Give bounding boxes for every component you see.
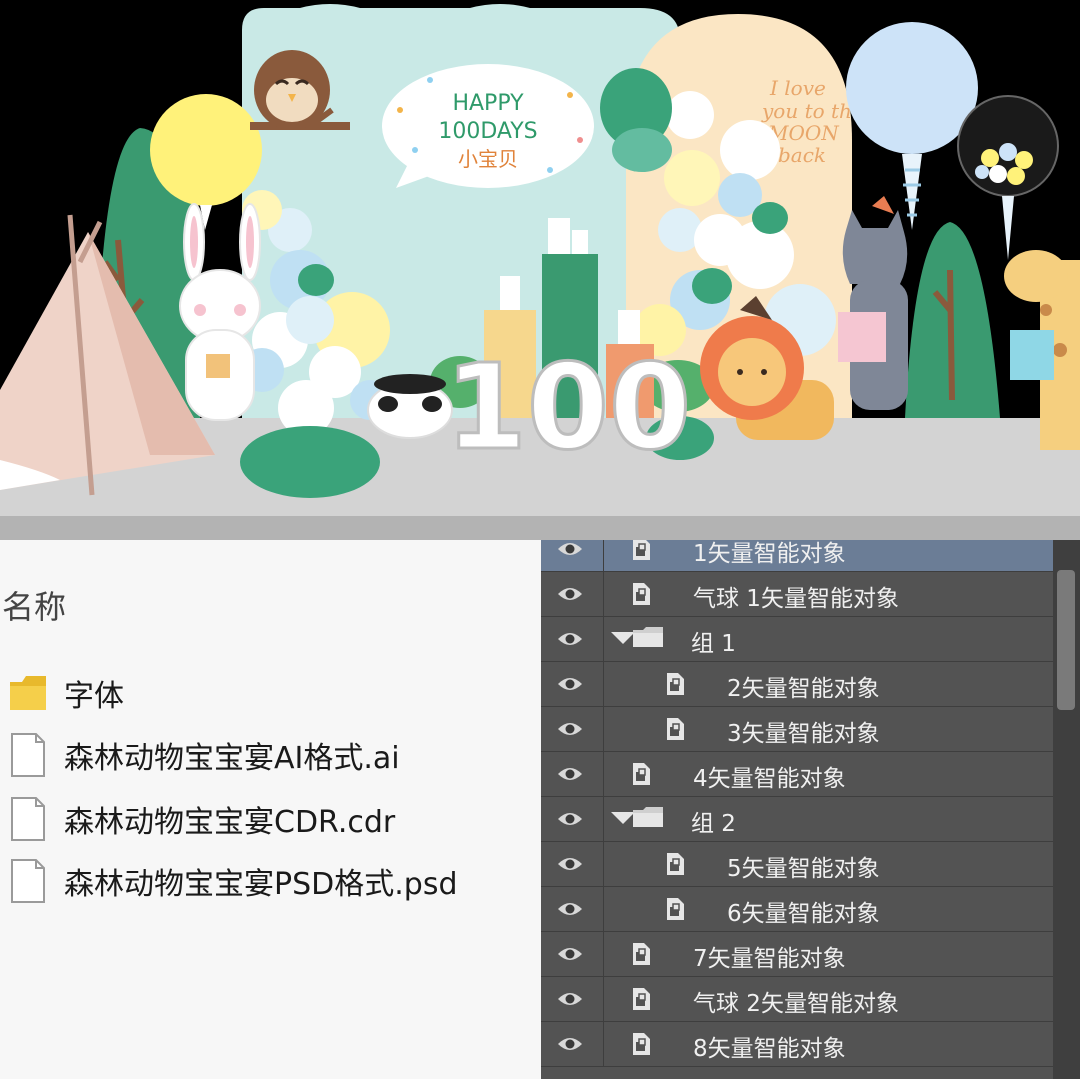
group-folder-icon: [609, 626, 665, 654]
eye-icon: [557, 1036, 583, 1056]
file-icon: [11, 797, 45, 841]
file-name: 森林动物宝宝宴CDR.cdr: [64, 805, 396, 840]
smart-object-icon: [629, 941, 653, 971]
layer-name: 2矢量智能对象: [727, 676, 880, 702]
eye-icon: [557, 991, 583, 1011]
layer-name: 5矢量智能对象: [727, 856, 880, 882]
file-explorer-pane: 名称 字体 森林动物宝宝宴AI格式.ai 森林动物宝宝宴CDR.cdr 森林动物…: [0, 540, 541, 1079]
eye-icon: [557, 901, 583, 921]
smart-object-icon: [629, 761, 653, 791]
file-icon: [11, 733, 45, 777]
panda: [367, 374, 453, 439]
layer-row[interactable]: 7矢量智能对象: [541, 932, 1053, 977]
layer-row[interactable]: 5矢量智能对象: [541, 842, 1053, 887]
visibility-toggle[interactable]: [541, 887, 604, 931]
layer-row[interactable]: 组 2: [541, 797, 1053, 842]
file-name: 森林动物宝宝宴PSD格式.psd: [64, 867, 458, 902]
layer-name: 6矢量智能对象: [727, 901, 880, 927]
visibility-toggle[interactable]: [541, 540, 604, 571]
eye-icon: [557, 766, 583, 786]
visibility-toggle[interactable]: [541, 932, 604, 976]
smart-object-icon: [629, 986, 653, 1016]
party-backdrop-illustration: I love you to the MOON back HAPPY 100DAY…: [0, 0, 1080, 540]
layer-row[interactable]: 8矢量智能对象: [541, 1022, 1053, 1067]
layer-name: 气球 1矢量智能对象: [693, 586, 899, 612]
eye-icon: [557, 946, 583, 966]
visibility-toggle[interactable]: [541, 617, 604, 661]
eye-icon: [557, 811, 583, 831]
visibility-toggle[interactable]: [541, 707, 604, 751]
bubble-text-happy: HAPPY: [452, 91, 524, 116]
layer-name: 8矢量智能对象: [693, 1036, 846, 1062]
layer-row[interactable]: 1矢量智能对象: [541, 540, 1053, 572]
eye-icon: [557, 631, 583, 651]
big-100-number: 100: [445, 338, 691, 476]
layer-row[interactable]: 4矢量智能对象: [541, 752, 1053, 797]
svg-text:back: back: [778, 143, 826, 167]
layer-row[interactable]: 2矢量智能对象: [541, 662, 1053, 707]
file-name: 字体: [64, 679, 124, 714]
smart-object-icon: [629, 581, 653, 611]
bubble-text-baby: 小宝贝: [458, 147, 518, 171]
file-row-cdr[interactable]: 森林动物宝宝宴CDR.cdr: [8, 794, 395, 844]
eye-icon: [557, 721, 583, 741]
eye-icon: [557, 676, 583, 696]
visibility-toggle[interactable]: [541, 977, 604, 1021]
happy-100-days-bubble: HAPPY 100DAYS 小宝贝: [382, 64, 594, 188]
layer-row[interactable]: 组 1: [541, 617, 1053, 662]
smart-object-icon: [663, 896, 687, 926]
file-name: 森林动物宝宝宴AI格式.ai: [64, 741, 400, 776]
layer-name: 气球 2矢量智能对象: [693, 991, 899, 1017]
visibility-toggle[interactable]: [541, 1022, 604, 1066]
smart-object-icon: [663, 671, 687, 701]
layer-row[interactable]: 3矢量智能对象: [541, 707, 1053, 752]
layer-row[interactable]: 气球 2矢量智能对象: [541, 977, 1053, 1022]
smart-object-icon: [629, 1031, 653, 1061]
eye-icon: [557, 856, 583, 876]
layers-scrollbar-thumb[interactable]: [1057, 570, 1075, 710]
smart-object-icon: [663, 851, 687, 881]
file-row-fonts-folder[interactable]: 字体: [8, 668, 124, 718]
column-header-name[interactable]: 名称: [2, 582, 66, 628]
layer-name: 3矢量智能对象: [727, 721, 880, 747]
visibility-toggle[interactable]: [541, 842, 604, 886]
group-folder-icon: [609, 806, 665, 834]
layer-name: 组 1: [691, 631, 736, 657]
layer-name: 1矢量智能对象: [693, 541, 846, 567]
visibility-toggle[interactable]: [541, 797, 604, 841]
eye-icon: [557, 541, 583, 561]
layer-name: 组 2: [691, 811, 736, 837]
svg-text:I love: I love: [769, 76, 826, 100]
layers-panel: 1矢量智能对象气球 1矢量智能对象组 1 2矢量智能对象 3矢量智能对象 4矢量智能对…: [541, 540, 1080, 1079]
visibility-toggle[interactable]: [541, 572, 604, 616]
backdrop-artwork: I love you to the MOON back HAPPY 100DAY…: [0, 0, 1080, 540]
file-icon: [11, 859, 45, 903]
layer-row[interactable]: 气球 1矢量智能对象: [541, 572, 1053, 617]
smart-object-icon: [629, 540, 653, 566]
visibility-toggle[interactable]: [541, 752, 604, 796]
file-row-psd[interactable]: 森林动物宝宝宴PSD格式.psd: [8, 856, 458, 906]
bubble-text-100days: 100DAYS: [438, 119, 537, 144]
visibility-toggle[interactable]: [541, 662, 604, 706]
layer-name: 7矢量智能对象: [693, 946, 846, 972]
folder-icon: [10, 676, 46, 710]
eye-icon: [557, 586, 583, 606]
layer-name: 4矢量智能对象: [693, 766, 846, 792]
file-row-ai[interactable]: 森林动物宝宝宴AI格式.ai: [8, 730, 400, 780]
smart-object-icon: [663, 716, 687, 746]
layer-row[interactable]: 6矢量智能对象: [541, 887, 1053, 932]
